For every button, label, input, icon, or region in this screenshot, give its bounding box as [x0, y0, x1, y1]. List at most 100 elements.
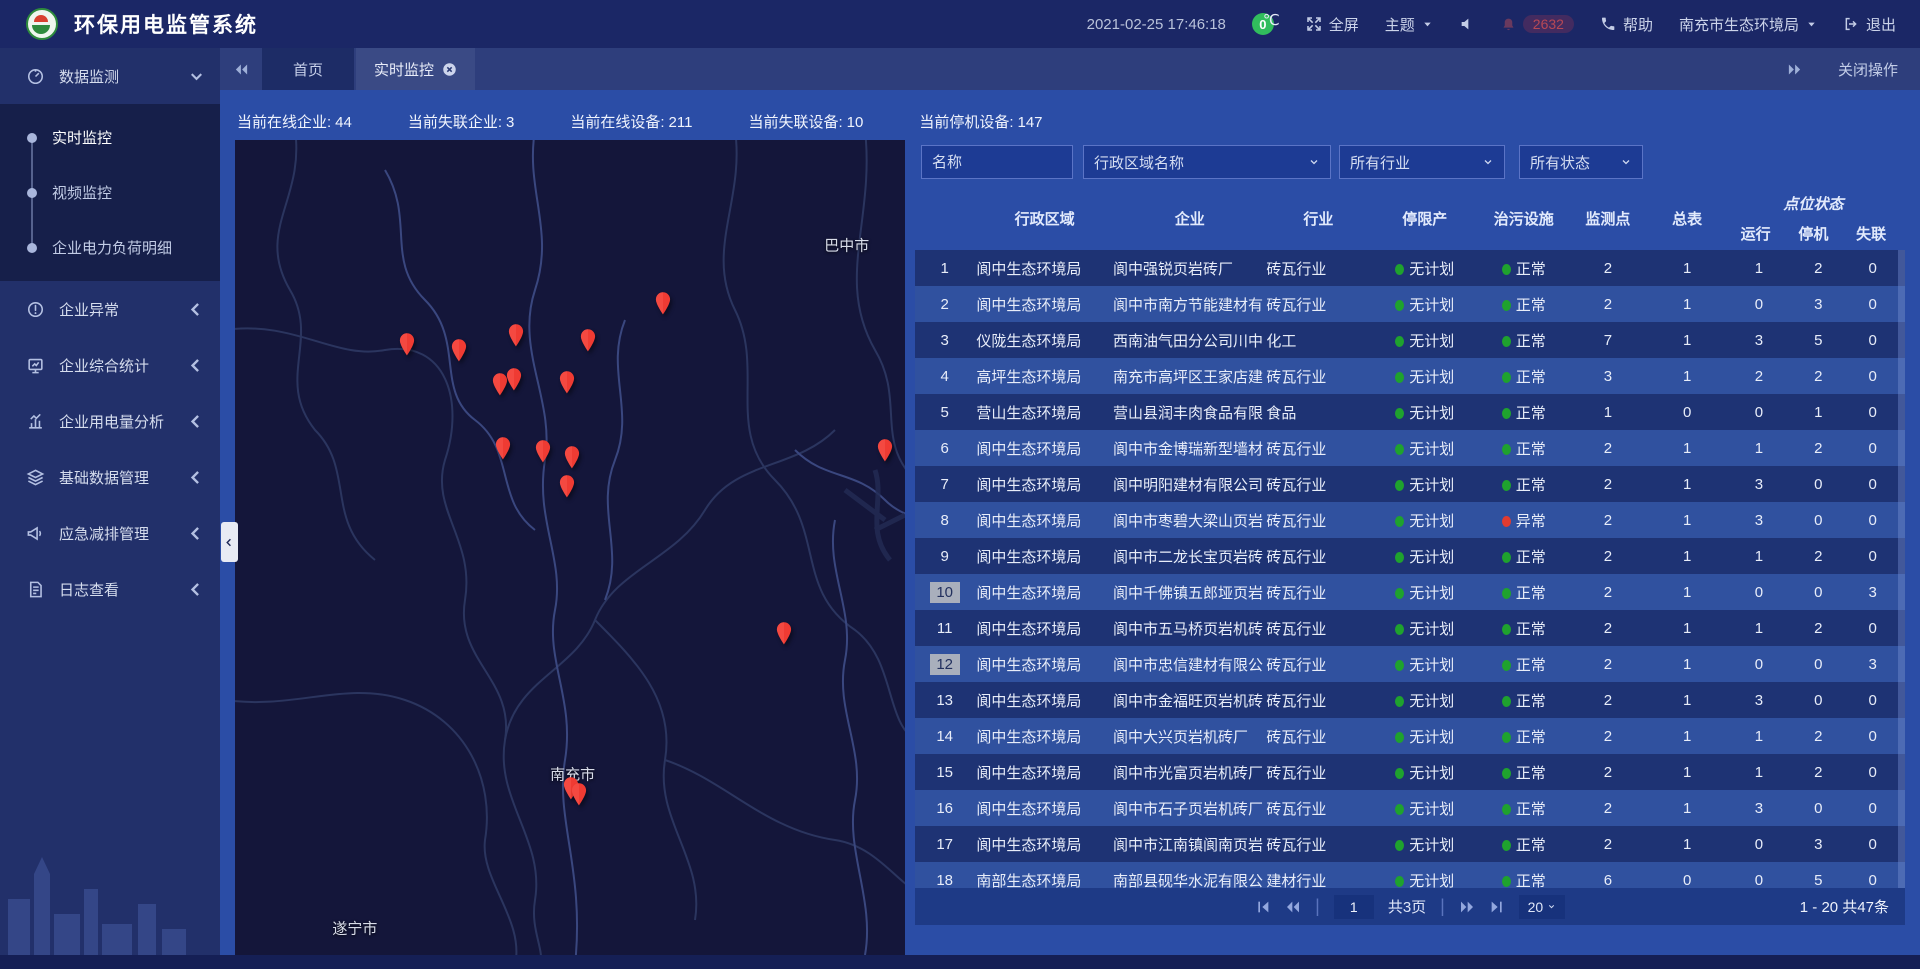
sidebar-group-0[interactable]: 数据监测	[0, 48, 220, 104]
status-filter-select[interactable]: 所有状态	[1519, 145, 1643, 179]
cell-stop: 0	[1791, 800, 1845, 817]
page-number-input[interactable]	[1334, 895, 1374, 919]
theme-dropdown[interactable]: 主题	[1385, 14, 1433, 35]
table-row[interactable]: 9阆中生态环境局阆中市二龙长宝页岩砖砖瓦行业无计划正常21120	[915, 538, 1905, 574]
sidebar-group-6[interactable]: 日志查看	[0, 561, 220, 617]
region-filter-select[interactable]: 行政区域名称	[1083, 145, 1331, 179]
org-dropdown[interactable]: 南充市生态环境局	[1679, 14, 1817, 35]
double-chevron-right-icon	[1787, 62, 1802, 77]
help-button[interactable]: 帮助	[1600, 14, 1653, 35]
sidebar-item-0[interactable]: 实时监控	[0, 110, 220, 165]
map-pin-9[interactable]	[533, 439, 553, 465]
sidebar-group-4[interactable]: 基础数据管理	[0, 449, 220, 505]
sidebar-group-label: 企业综合统计	[59, 355, 149, 376]
cell-company: 阆中市石子页岩机砖厂	[1113, 798, 1266, 819]
cell-lost: 0	[1846, 296, 1900, 313]
tabs-scroll-right-button[interactable]	[1774, 62, 1816, 77]
cell-stop: 0	[1791, 584, 1845, 601]
table-row[interactable]: 5营山生态环境局营山县润丰肉食品有限食品无计划正常10010	[915, 394, 1905, 430]
table-row[interactable]: 11阆中生态环境局阆中市五马桥页岩机砖砖瓦行业无计划正常21120	[915, 610, 1905, 646]
cell-meters: 0	[1648, 404, 1727, 421]
sidebar-item-label: 企业电力负荷明细	[52, 237, 172, 258]
next-page-button[interactable]	[1459, 899, 1475, 915]
row-number-badge: 14	[930, 726, 960, 747]
cell-facility-status: 正常	[1479, 366, 1568, 387]
page-size-select[interactable]: 20	[1519, 895, 1565, 919]
map-pin-13[interactable]	[774, 621, 794, 647]
fullscreen-button[interactable]: 全屏	[1306, 14, 1359, 35]
table-row[interactable]: 7阆中生态环境局阆中明阳建材有限公司砖瓦行业无计划正常21300	[915, 466, 1905, 502]
close-operations-button[interactable]: 关闭操作	[1838, 59, 1898, 80]
first-page-button[interactable]	[1255, 899, 1271, 915]
tabs-scroll-left-button[interactable]	[220, 48, 262, 90]
table-row[interactable]: 12阆中生态环境局阆中市忠信建材有限公砖瓦行业无计划正常21003	[915, 646, 1905, 682]
industry-filter-select[interactable]: 所有行业	[1339, 145, 1505, 179]
table-row[interactable]: 15阆中生态环境局阆中市光富页岩机砖厂砖瓦行业无计划正常21120	[915, 754, 1905, 790]
map-pin-7[interactable]	[557, 370, 577, 396]
prev-page-button[interactable]	[1285, 899, 1301, 915]
row-number-badge: 8	[930, 510, 960, 531]
cell-industry: 砖瓦行业	[1266, 582, 1370, 603]
sidebar-group-2[interactable]: 企业综合统计	[0, 337, 220, 393]
map-pin-8[interactable]	[493, 436, 513, 462]
cell-industry: 化工	[1266, 330, 1370, 351]
double-chevron-left-icon	[234, 62, 249, 77]
logout-button[interactable]: 退出	[1843, 14, 1896, 35]
table-row[interactable]: 16阆中生态环境局阆中市石子页岩机砖厂砖瓦行业无计划正常21300	[915, 790, 1905, 826]
map-pin-0[interactable]	[397, 332, 417, 358]
map-pin-1[interactable]	[449, 338, 469, 364]
cell-region: 阆中生态环境局	[974, 834, 1113, 855]
cell-meters: 1	[1648, 764, 1727, 781]
map-pin-12[interactable]	[875, 438, 895, 464]
table-row[interactable]: 13阆中生态环境局阆中市金福旺页岩机砖砖瓦行业无计划正常21300	[915, 682, 1905, 718]
cell-run: 3	[1727, 512, 1791, 529]
cell-lost: 0	[1846, 692, 1900, 709]
cell-run: 1	[1727, 764, 1791, 781]
facility-status-dot	[1502, 804, 1511, 815]
total-pages-label: 共3页	[1388, 896, 1426, 917]
notifications-button[interactable]: 2632	[1501, 15, 1574, 33]
map-panel[interactable]: 巴中市南充市遂宁市	[235, 140, 905, 955]
table-row[interactable]: 17阆中生态环境局阆中市江南镇阆南页岩砖瓦行业无计划正常21030	[915, 826, 1905, 862]
sidebar-item-2[interactable]: 企业电力负荷明细	[0, 220, 220, 275]
map-pin-3[interactable]	[578, 328, 598, 354]
last-page-button[interactable]	[1489, 899, 1505, 915]
map-pin-6[interactable]	[504, 367, 524, 393]
name-filter-input[interactable]	[921, 145, 1073, 179]
table-row[interactable]: 10阆中生态环境局阆中千佛镇五郎垭页岩砖瓦行业无计划正常21003	[915, 574, 1905, 610]
cell-run: 1	[1727, 620, 1791, 637]
sidebar-group-1[interactable]: 企业异常	[0, 281, 220, 337]
cell-company: 阆中市五马桥页岩机砖	[1113, 618, 1266, 639]
map-pin-10[interactable]	[562, 445, 582, 471]
tab-实时监控[interactable]: 实时监控	[356, 48, 475, 90]
app-logo-icon	[26, 8, 58, 40]
cell-stop: 5	[1791, 332, 1845, 349]
map-pin-4[interactable]	[653, 291, 673, 317]
table-row[interactable]: 8阆中生态环境局阆中市枣碧大梁山页岩砖瓦行业无计划异常21300	[915, 502, 1905, 538]
tab-首页[interactable]: 首页	[262, 48, 354, 90]
map-pin-15[interactable]	[569, 782, 589, 808]
cell-region: 阆中生态环境局	[974, 726, 1113, 747]
sidebar-group-5[interactable]: 应急减排管理	[0, 505, 220, 561]
cell-meters: 1	[1648, 620, 1727, 637]
sidebar-group-label: 应急减排管理	[59, 523, 149, 544]
collapse-left-icon	[224, 537, 235, 548]
sidebar-item-1[interactable]: 视频监控	[0, 165, 220, 220]
table-row[interactable]: 14阆中生态环境局阆中大兴页岩机砖厂砖瓦行业无计划正常21120	[915, 718, 1905, 754]
sidebar-collapse-handle[interactable]	[221, 522, 238, 562]
map-pin-11[interactable]	[557, 474, 577, 500]
limit-status-dot	[1395, 588, 1404, 599]
facility-status-dot	[1502, 264, 1511, 275]
table-row[interactable]: 18南部生态环境局南部县砚华水泥有限公建材行业无计划正常60050	[915, 862, 1905, 888]
limit-status-label: 无计划	[1409, 837, 1454, 854]
table-row[interactable]: 4高坪生态环境局南充市高坪区王家店建砖瓦行业无计划正常31220	[915, 358, 1905, 394]
mute-button[interactable]	[1459, 16, 1475, 32]
cell-lost: 0	[1846, 476, 1900, 493]
table-row[interactable]: 3仪陇生态环境局西南油气田分公司川中化工无计划正常71350	[915, 322, 1905, 358]
sidebar-group-3[interactable]: 企业用电量分析	[0, 393, 220, 449]
map-pin-2[interactable]	[506, 323, 526, 349]
table-row[interactable]: 6阆中生态环境局阆中市金博瑞新型墙材砖瓦行业无计划正常21120	[915, 430, 1905, 466]
sidebar-nav: 数据监测实时监控视频监控企业电力负荷明细企业异常企业综合统计企业用电量分析基础数…	[0, 48, 220, 969]
table-row[interactable]: 1阆中生态环境局阆中强锐页岩砖厂砖瓦行业无计划正常21120	[915, 250, 1905, 286]
table-row[interactable]: 2阆中生态环境局阆中市南方节能建材有砖瓦行业无计划正常21030	[915, 286, 1905, 322]
